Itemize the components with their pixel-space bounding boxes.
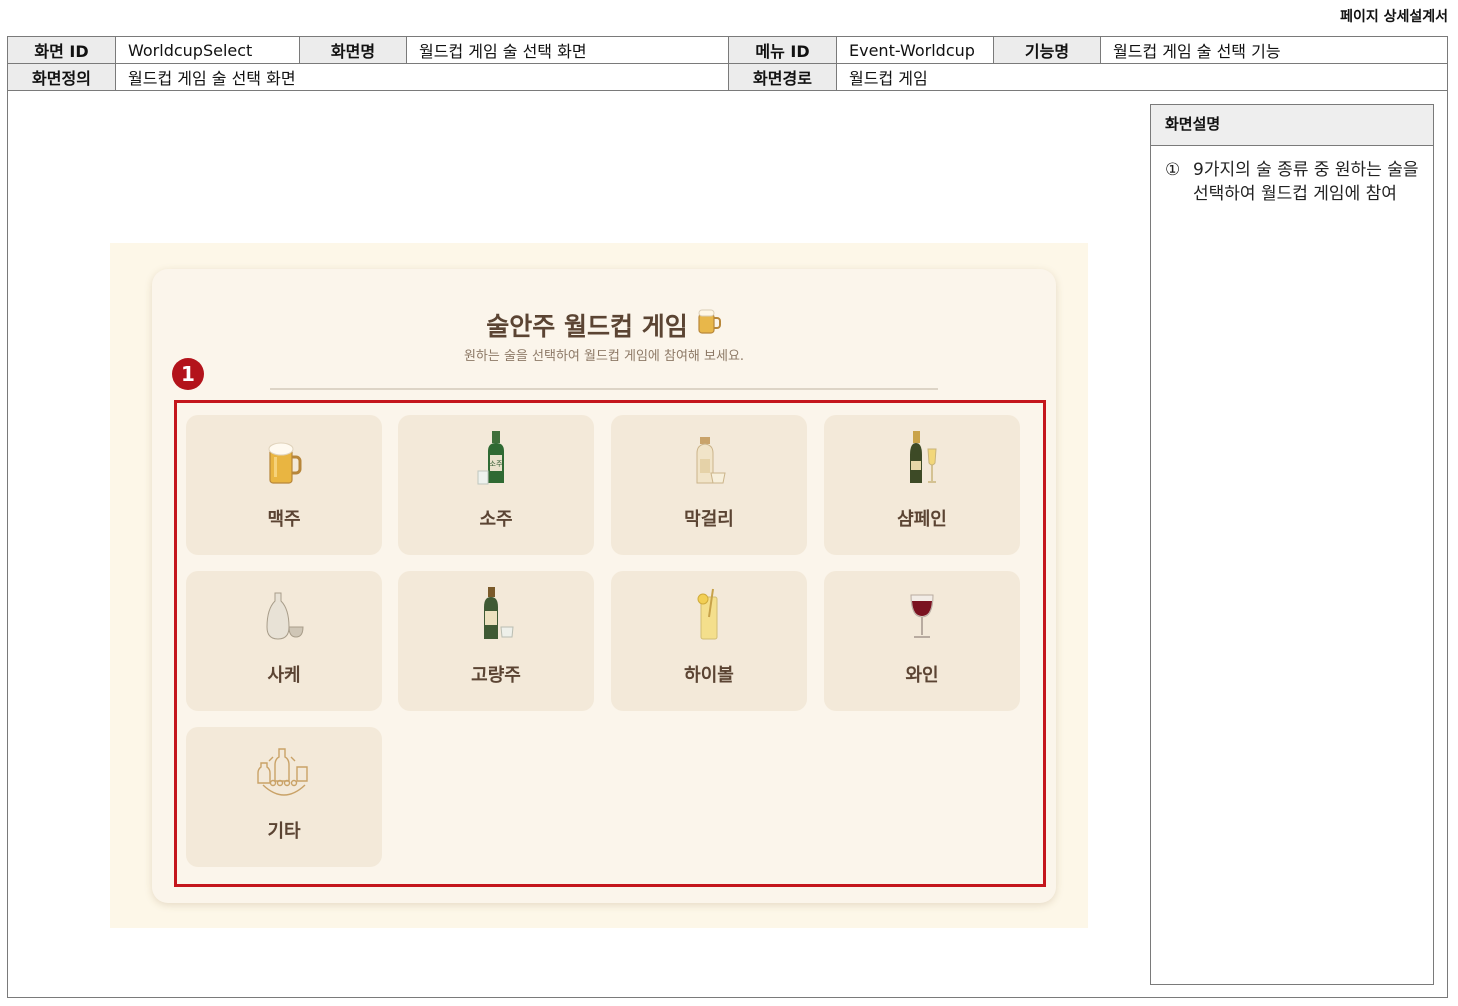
drink-label: 소주 <box>479 509 513 530</box>
drink-label: 하이볼 <box>684 665 734 686</box>
menu-id-value: Event-Worldcup <box>836 36 994 64</box>
annotation-badge: 1 <box>172 358 204 390</box>
title-divider <box>270 388 938 390</box>
worldcup-card: 술안주 월드컵 게임 원하는 술을 선택하여 월드컵 게임에 참여해 보세요. … <box>152 269 1056 903</box>
beer-mug-icon <box>696 307 722 341</box>
menu-id-label: 메뉴 ID <box>728 36 837 64</box>
drink-tile-makgeolli[interactable]: 막걸리 <box>611 415 807 555</box>
drink-tile-sake[interactable]: 사케 <box>186 571 382 711</box>
makgeolli-icon <box>611 431 807 487</box>
screen-definition-value: 월드컵 게임 술 선택 화면 <box>115 63 729 91</box>
screen-name-value: 월드컵 게임 술 선택 화면 <box>406 36 729 64</box>
screen-name-label: 화면명 <box>299 36 407 64</box>
drink-tile-etc[interactable]: 기타 <box>186 727 382 867</box>
spec-header-table: 화면 ID WorldcupSelect 화면명 월드컵 게임 술 선택 화면 … <box>7 36 1448 91</box>
drink-tile-soju[interactable]: 소주 소주 <box>398 415 594 555</box>
screen-path-label: 화면경로 <box>728 63 837 91</box>
goryangju-icon <box>398 587 594 643</box>
description-item-number: ① <box>1165 160 1181 180</box>
drink-tile-highball[interactable]: 하이볼 <box>611 571 807 711</box>
svg-text:소주: 소주 <box>490 460 503 468</box>
wine-icon <box>824 587 1020 643</box>
screen-description-item: ① 9가지의 술 종류 중 원하는 술을 선택하여 월드컵 게임에 참여 <box>1151 146 1433 206</box>
drink-label: 막걸리 <box>684 509 734 530</box>
screen-id-value: WorldcupSelect <box>115 36 300 64</box>
page-subtitle: 원하는 술을 선택하여 월드컵 게임에 참여해 보세요. <box>463 349 745 364</box>
screen-description-heading: 화면설명 <box>1151 105 1433 146</box>
drink-label: 샴페인 <box>897 509 947 530</box>
page-title-text: 술안주 월드컵 게임 <box>486 312 688 341</box>
drink-tile-goryangju[interactable]: 고량주 <box>398 571 594 711</box>
function-name-label: 기능명 <box>993 36 1101 64</box>
function-name-value: 월드컵 게임 술 선택 기능 <box>1100 36 1448 64</box>
champagne-icon <box>824 431 1020 487</box>
page-title: 술안주 월드컵 게임 <box>152 307 1056 343</box>
soju-icon: 소주 <box>398 431 594 487</box>
drink-tile-wine[interactable]: 와인 <box>824 571 1020 711</box>
drink-label: 고량주 <box>471 665 521 686</box>
description-item-text: 9가지의 술 종류 중 원하는 술을 선택하여 월드컵 게임에 참여 <box>1193 160 1419 204</box>
etc-drinks-icon <box>186 743 382 799</box>
beer-icon <box>186 431 382 487</box>
sake-icon <box>186 587 382 643</box>
highball-icon <box>611 587 807 643</box>
drink-label: 와인 <box>905 665 939 686</box>
worldcup-select-mockup: 술안주 월드컵 게임 원하는 술을 선택하여 월드컵 게임에 참여해 보세요. … <box>110 243 1088 928</box>
screen-id-label: 화면 ID <box>7 36 116 64</box>
document-title: 페이지 상세설계서 <box>1340 9 1448 25</box>
drink-tile-champagne[interactable]: 샴페인 <box>824 415 1020 555</box>
drink-tile-beer[interactable]: 맥주 <box>186 415 382 555</box>
drink-label: 사케 <box>267 665 301 686</box>
screen-path-value: 월드컵 게임 <box>836 63 1448 91</box>
screen-description-panel: 화면설명 ① 9가지의 술 종류 중 원하는 술을 선택하여 월드컵 게임에 참… <box>1150 104 1434 985</box>
drink-label: 맥주 <box>267 509 301 530</box>
screen-definition-label: 화면정의 <box>7 63 116 91</box>
drink-label: 기타 <box>267 821 301 842</box>
